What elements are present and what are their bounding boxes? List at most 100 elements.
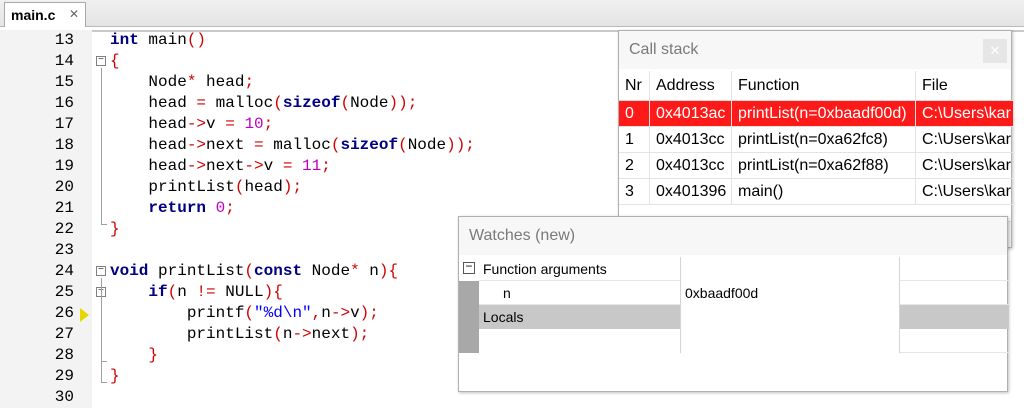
cell-file: C:\Users\kar [922, 105, 1011, 122]
line-number: 27 [54, 325, 74, 343]
table-row[interactable]: 1 0x4013cc printList(n=0xa62fc8) C:\Users\k… [619, 127, 1013, 153]
watch-value[interactable]: 0xbaadf00d [681, 281, 900, 305]
cell-function: main() [732, 179, 916, 205]
current-line-arrow-icon [80, 308, 89, 322]
cell-nr: 2 [619, 153, 650, 179]
row-gutter: − [459, 257, 479, 281]
line-number: 19 [54, 157, 74, 175]
column-header-address[interactable]: Address [650, 71, 732, 101]
line-number: 20 [54, 178, 74, 196]
line-number: 18 [54, 136, 74, 154]
code-line[interactable]: 14 { [0, 51, 620, 72]
line-number: 13 [54, 31, 74, 49]
line-number: 26 [54, 304, 74, 322]
watches-title: Watches (new) [459, 217, 1007, 255]
table-row[interactable]: 3 0x401396 main() C:\Users\kar [619, 179, 1013, 205]
column-header-file[interactable]: File [916, 71, 1013, 101]
code-line[interactable]: 17 head->v = 10; [0, 114, 620, 135]
code-text: void printList(const Node* n){ [110, 262, 399, 280]
close-icon[interactable]: ✕ [983, 39, 1007, 63]
watch-row-n[interactable]: n 0xbaadf00d [459, 281, 1009, 305]
cell-address: 0x4013cc [650, 127, 732, 153]
code-line[interactable]: 13 int main() [0, 30, 620, 51]
watch-name: Locals [479, 305, 681, 329]
code-text: printList(head); [110, 178, 303, 196]
cell-file: C:\Users\kar [922, 183, 1011, 200]
watch-value [681, 257, 900, 281]
tab-main-c[interactable]: main.c ✕ [4, 2, 86, 27]
line-number: 28 [54, 346, 74, 364]
watch-name: n [479, 281, 681, 305]
cell-file: C:\Users\kar [922, 131, 1011, 148]
cell-nr: 0 [619, 101, 650, 127]
watch-row-empty[interactable] [459, 329, 1009, 353]
code-line[interactable]: 16 head = malloc(sizeof(Node)); [0, 93, 620, 114]
line-number: 24 [54, 262, 74, 280]
fold-guide [101, 278, 102, 382]
column-header-nr[interactable]: Nr [619, 71, 650, 101]
code-text: Node* head; [110, 73, 255, 91]
code-text: if(n != NULL){ [148, 283, 283, 301]
watch-extra [900, 281, 1009, 305]
cell-function: printList(n=0xbaadf00d) [732, 101, 916, 127]
fold-end [101, 361, 107, 362]
line-number: 25 [54, 283, 74, 301]
watch-name: Function arguments [479, 257, 681, 281]
code-text: return 0; [148, 199, 235, 217]
line-number: 29 [54, 367, 74, 385]
code-line[interactable]: 15 Node* head; [0, 72, 620, 93]
cell-nr: 1 [619, 127, 650, 153]
watch-value [681, 329, 900, 353]
fold-toggle-icon[interactable]: − [96, 56, 106, 66]
code-text: printList(n->next); [110, 325, 370, 343]
table-header: Nr Address Function File [619, 71, 1013, 101]
table-row[interactable]: 2 0x4013cc printList(n=0xa62f88) C:\Users\k… [619, 153, 1013, 179]
collapse-icon[interactable]: − [463, 261, 475, 274]
row-gutter [459, 281, 479, 305]
code-text: printf("%d\n",n->v); [110, 304, 379, 322]
watches-panel: Watches (new) − Function arguments n 0xb… [458, 216, 1009, 392]
watch-group-locals[interactable]: Locals [459, 305, 1009, 329]
code-text: head->next->v = 11; [110, 157, 331, 175]
editor-tab-bar: main.c ✕ [0, 0, 1024, 27]
cell-address: 0x4013cc [650, 153, 732, 179]
code-text: head = malloc(sizeof(Node)); [110, 94, 418, 112]
line-number: 23 [54, 241, 74, 259]
watch-extra [900, 257, 1009, 281]
row-gutter [459, 329, 479, 353]
code-text: } [148, 346, 159, 364]
fold-toggle-icon[interactable]: − [96, 266, 106, 276]
line-number: 15 [54, 73, 74, 91]
column-header-function[interactable]: Function [732, 71, 916, 101]
cell-function: printList(n=0xa62fc8) [732, 127, 916, 153]
code-line[interactable]: 20 printList(head); [0, 177, 620, 198]
cell-address: 0x401396 [650, 179, 732, 205]
cell-function: printList(n=0xa62f88) [732, 153, 916, 179]
line-number: 22 [54, 220, 74, 238]
line-number: 14 [54, 52, 74, 70]
cell-nr: 3 [619, 179, 650, 205]
watch-name[interactable] [479, 329, 681, 353]
close-icon[interactable]: ✕ [69, 7, 79, 21]
table-row[interactable]: 0 0x4013ac printList(n=0xbaadf00d) C:\Users… [619, 101, 1013, 127]
cell-file: C:\Users\kar [922, 157, 1011, 174]
code-text: int main() [110, 31, 207, 49]
code-text: head->v = 10; [110, 115, 274, 133]
tab-label: main.c [11, 7, 56, 23]
code-text: { [110, 52, 120, 70]
line-number: 21 [54, 199, 74, 217]
fold-end [101, 382, 107, 383]
watch-group-function-arguments[interactable]: − Function arguments [459, 257, 1009, 281]
watch-extra [900, 329, 1009, 353]
watch-extra [900, 305, 1009, 329]
fold-guide [101, 68, 102, 224]
watch-value [681, 305, 900, 329]
row-gutter [459, 305, 479, 329]
line-number: 30 [54, 388, 74, 406]
code-text: } [110, 220, 120, 238]
code-text: } [110, 367, 120, 385]
fold-end [101, 224, 107, 225]
code-line[interactable]: 19 head->next->v = 11; [0, 156, 620, 177]
code-line[interactable]: 18 head->next = malloc(sizeof(Node)); [0, 135, 620, 156]
line-number: 16 [54, 94, 74, 112]
